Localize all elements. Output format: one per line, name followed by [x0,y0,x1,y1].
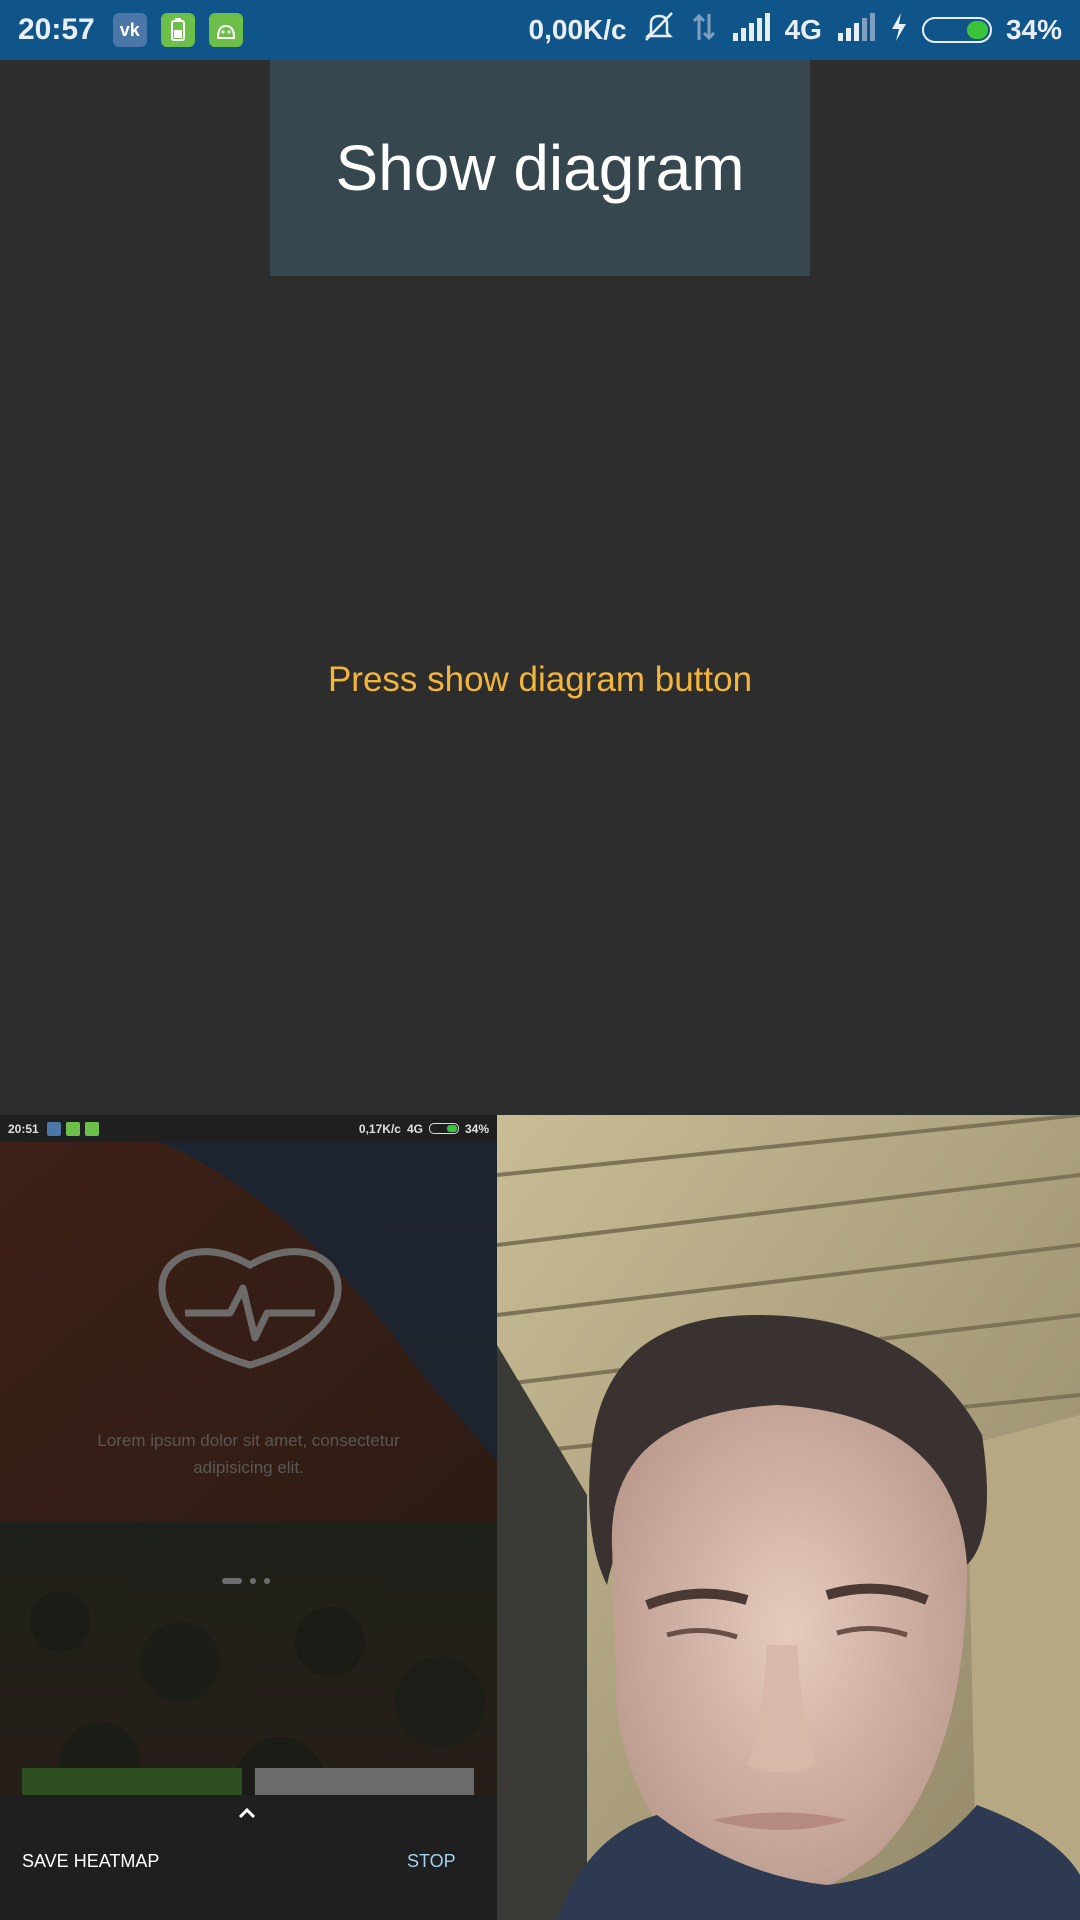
mini-vk-icon [46,1121,61,1136]
stop-button[interactable]: STOP [407,1851,456,1872]
status-bar: 20:57 vk 0,00K/с 4G 34% [0,0,1080,60]
mini-battery-app-icon [65,1121,80,1136]
camera-face-image [497,1115,1080,1920]
heart-pulse-icon [158,1248,342,1369]
page-dot-active [222,1578,242,1584]
mini-speed: 0,17K/с [358,1121,401,1136]
camera-preview [497,1115,1080,1920]
status-time: 20:57 [18,13,95,46]
network-type: 4G [784,14,822,45]
page-dot [264,1578,270,1584]
app-root: 20:57 vk 0,00K/с 4G 34% Show diagram Pre… [0,0,1080,1920]
charging-icon [890,12,908,49]
mini-android-icon [84,1121,99,1136]
data-arrows-icon [691,12,717,49]
mini-status-right: 0,17K/с 4G 34% [359,1122,489,1136]
chevron-up-icon[interactable] [238,1799,256,1825]
network-speed: 0,00K/с [528,14,627,45]
mini-battery-icon [428,1123,459,1134]
mini-status-bar: 20:51 0,17K/с 4G 34% [0,1115,497,1142]
battery-app-icon [160,13,195,47]
mini-secondary-button [255,1768,474,1798]
vk-icon: vk [112,13,147,47]
hint-text: Press show diagram button [327,660,753,699]
save-heatmap-button[interactable]: SAVE HEATMAP [22,1851,159,1872]
battery-icon [921,17,992,43]
battery-percent: 34% [1005,14,1062,45]
onboarding-text: Lorem ipsum dolor sit amet, consectetur … [97,1431,400,1477]
heatmap-preview: 20:51 0,17K/с 4G 34% Lorem ipsum dolor s… [0,1115,497,1920]
heatmap-action-bar: SAVE HEATMAP STOP [0,1795,497,1920]
mute-bell-icon [641,11,677,50]
mini-battery: 34% [464,1121,489,1136]
status-right: 0,00K/с 4G 34% [529,11,1062,50]
signal-icon [731,12,771,48]
signal-secondary-icon [836,12,876,48]
page-dot [250,1578,256,1584]
page-indicator [222,1578,270,1584]
show-diagram-button[interactable]: Show diagram [270,60,810,276]
mini-status-time: 20:51 [8,1121,39,1136]
mini-primary-button [22,1768,242,1798]
android-icon [208,13,243,47]
mini-network: 4G [406,1121,423,1136]
